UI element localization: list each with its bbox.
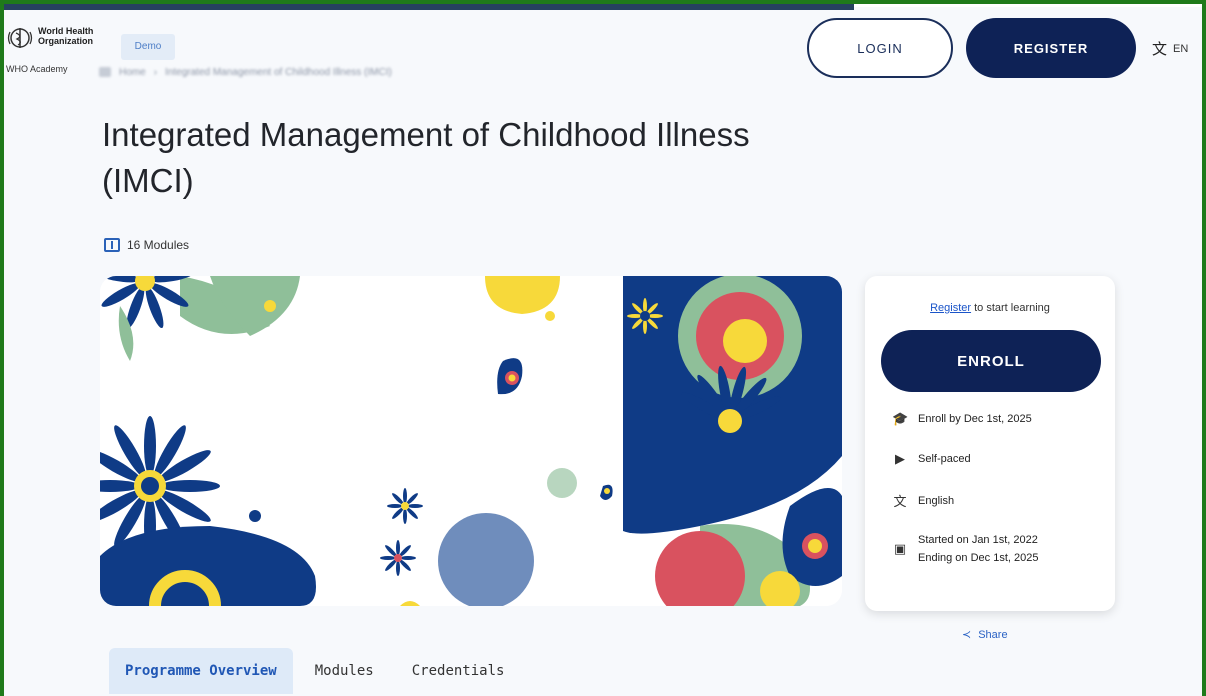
breadcrumb-current: Integrated Management of Childhood Illne… <box>165 66 392 78</box>
tab-credentials[interactable]: Credentials <box>396 648 521 694</box>
breadcrumb: Home › Integrated Management of Childhoo… <box>99 66 479 78</box>
pace-info: ▶ Self-paced <box>892 451 971 467</box>
top-strip <box>4 4 854 10</box>
register-prompt: Register to start learning <box>865 302 1115 314</box>
org-name-line1: World Health <box>38 26 94 36</box>
enroll-deadline: 🎓 Enroll by Dec 1st, 2025 <box>892 411 1032 427</box>
calendar-icon: ▣ <box>893 541 907 556</box>
translate-icon: 文 <box>1152 41 1168 58</box>
register-link[interactable]: Register <box>930 302 971 314</box>
who-emblem-icon <box>7 28 33 48</box>
language-info: 文 English <box>892 491 954 510</box>
language-text: English <box>918 494 955 507</box>
enroll-button[interactable]: ENROLL <box>881 330 1101 392</box>
share-icon: ≺ <box>962 629 972 641</box>
tab-modules[interactable]: Modules <box>299 648 390 694</box>
language-selector[interactable]: 文 EN <box>1152 38 1188 59</box>
breadcrumb-separator: › <box>153 66 158 78</box>
translate-icon: 文 <box>893 494 907 509</box>
enroll-card: Register to start learning ENROLL 🎓 Enro… <box>865 276 1115 611</box>
share-button[interactable]: ≺ Share <box>962 628 1008 642</box>
demo-badge: Demo <box>121 34 175 60</box>
breadcrumb-home[interactable]: Home <box>119 67 146 78</box>
register-prompt-text: to start learning <box>971 302 1050 314</box>
register-button[interactable]: REGISTER <box>966 18 1136 78</box>
enroll-deadline-text: Enroll by Dec 1st, 2025 <box>918 413 1032 425</box>
hero-illustration <box>100 276 842 606</box>
top-strip-light <box>854 4 1202 7</box>
tab-bar: Programme Overview Modules Credentials <box>109 648 520 694</box>
login-button[interactable]: LOGIN <box>807 18 953 78</box>
modules-count: 16 Modules <box>104 238 189 252</box>
graduation-cap-icon: 🎓 <box>892 411 909 426</box>
hero-artwork <box>100 276 842 606</box>
page-frame: World Health Organization WHO Academy De… <box>4 4 1202 696</box>
pace-text: Self-paced <box>918 453 971 465</box>
end-date: Ending on Dec 1st, 2025 <box>918 552 1039 564</box>
academy-label: WHO Academy <box>6 64 68 74</box>
modules-count-label: 16 Modules <box>127 238 190 252</box>
tab-programme-overview[interactable]: Programme Overview <box>109 648 293 694</box>
page-title: Integrated Management of Childhood Illne… <box>102 116 750 199</box>
share-label: Share <box>978 628 1008 641</box>
start-date: Started on Jan 1st, 2022 <box>918 534 1038 546</box>
language-code: EN <box>1173 42 1189 55</box>
video-icon: ▶ <box>895 451 905 466</box>
org-name-line2: Organization <box>38 36 94 46</box>
book-icon <box>104 238 120 252</box>
home-icon[interactable] <box>99 67 111 77</box>
date-range: ▣ Started on Jan 1st, 2022 Ending on Dec… <box>892 531 1039 567</box>
